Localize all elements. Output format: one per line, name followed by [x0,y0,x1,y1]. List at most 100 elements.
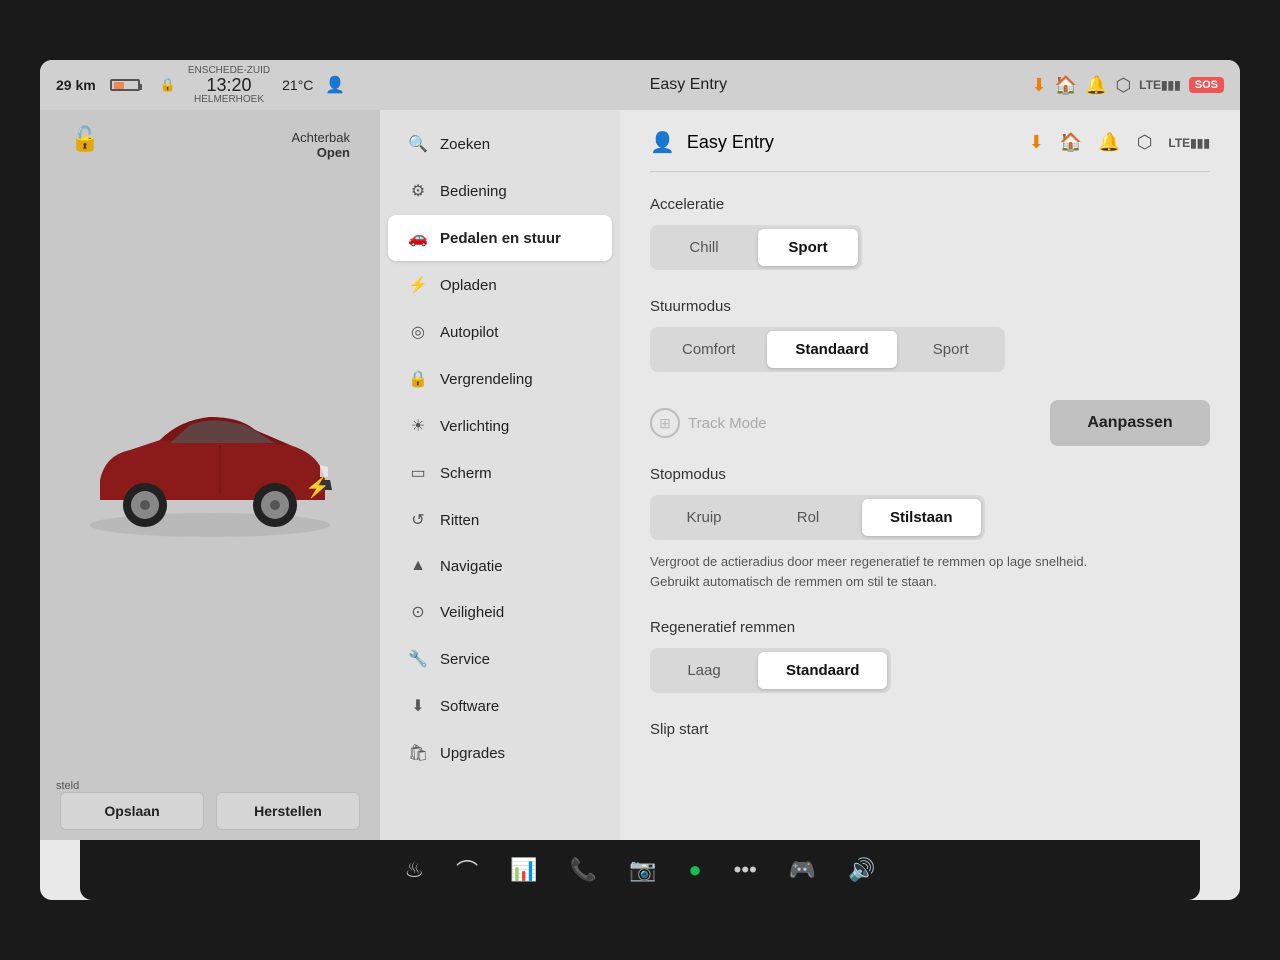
lte-icon: LTE▮▮▮ [1139,78,1181,92]
sidebar-label-autopilot: Autopilot [440,324,498,341]
wiper-icon[interactable]: ⌒ [456,854,478,886]
reset-button[interactable]: Herstellen [216,792,360,830]
wrench-icon: 🔧 [408,649,428,669]
taskbar: ♨ ⌒ 📊 📞 📷 ● ••• 🎮 🔊 [80,840,1200,900]
nav-icon: ▲ [408,557,428,575]
search-icon: 🔍 [408,134,428,154]
stopmodus-rol-btn[interactable]: Rol [758,499,858,536]
phone-icon[interactable]: 📞 [570,857,597,883]
sidebar-item-service[interactable]: 🔧 Service [388,636,612,682]
sidebar-item-autopilot[interactable]: ◎ Autopilot [388,309,612,355]
time-display: 13:20 [206,76,251,94]
sidebar-label-veiligheid: Veiligheid [440,604,504,621]
regeneratief-toggle: Laag Standaard [650,648,891,693]
sidebar-label-zoeken: Zoeken [440,136,490,153]
content-panel: 👤 Easy Entry ⬇ 🏠 🔔 ⬡ LTE▮▮▮ Acceleratie … [620,110,1240,840]
stopmodus-description: Vergroot de actieradius door meer regene… [650,552,1110,591]
sidebar-label-scherm: Scherm [440,465,492,482]
sublocation-label: HELMERHOEK [194,94,264,105]
regeneratief-laag-btn[interactable]: Laag [654,652,754,689]
heat-icon[interactable]: ♨ [404,857,424,883]
sidebar-item-ritten[interactable]: ↺ Ritten [388,497,612,543]
more-icon[interactable]: ••• [734,857,757,883]
sidebar-item-veiligheid[interactable]: ⊙ Veiligheid [388,589,612,635]
acceleratie-sport-btn[interactable]: Sport [758,229,858,266]
stuurmodus-toggle: Comfort Standaard Sport [650,327,1005,372]
track-mode-text: Track Mode [688,415,767,432]
bottom-status-text: steld [56,780,79,792]
location-group: ENSCHEDE-ZUID 13:20 HELMERHOEK [188,65,270,105]
regeneratief-standaard-btn[interactable]: Standaard [758,652,887,689]
bluetooth-icon: ⬡ [1115,75,1131,96]
volume-icon[interactable]: 🔊 [848,857,875,883]
stopmodus-stilstaan-btn[interactable]: Stilstaan [862,499,981,536]
car-icon: 🚗 [408,228,428,248]
sidebar-label-service: Service [440,651,490,668]
sidebar-item-pedalen[interactable]: 🚗 Pedalen en stuur [388,215,612,261]
track-mode-label: ⊞ Track Mode [650,408,1034,438]
temperature-display: 21°C [282,77,313,93]
sidebar-item-scherm[interactable]: ▭ Scherm [388,450,612,496]
stuurmodus-standaard-btn[interactable]: Standaard [767,331,896,368]
regeneratief-title: Regeneratief remmen [650,619,1210,636]
stuurmodus-comfort-btn[interactable]: Comfort [654,331,763,368]
person-icon: 👤 [325,75,345,95]
lock-icon: 🔒 [408,369,428,389]
content-download-icon: ⬇ [1029,132,1044,153]
safety-icon: ⊙ [408,602,428,622]
main-area: Achterbak Open 🔓 [40,110,1240,840]
profile-header: 👤 Easy Entry ⬇ 🏠 🔔 ⬡ LTE▮▮▮ [650,130,1210,172]
km-display: 29 km [56,77,96,93]
lock-status-icon: 🔒 [160,77,176,93]
sidebar-label-software: Software [440,698,499,715]
stopmodus-section: Stopmodus Kruip Rol Stilstaan Vergroot d… [650,466,1210,591]
stopmodus-toggle: Kruip Rol Stilstaan [650,495,985,540]
content-lte-icon: LTE▮▮▮ [1168,136,1210,150]
car-panel: Achterbak Open 🔓 [40,110,380,840]
sidebar-label-vergrendeling: Vergrendeling [440,371,533,388]
spotify-icon[interactable]: ● [688,857,701,883]
profile-name: Easy Entry [687,132,774,153]
acceleratie-section: Acceleratie Chill Sport [650,196,1210,270]
sidebar-item-verlichting[interactable]: ☀ Verlichting [388,403,612,449]
content-header-icons: ⬇ 🏠 🔔 ⬡ LTE▮▮▮ [1029,132,1210,153]
content-bell-icon: 🔔 [1098,132,1120,153]
stopmodus-kruip-btn[interactable]: Kruip [654,499,754,536]
sidebar-item-zoeken[interactable]: 🔍 Zoeken [388,121,612,167]
content-bt-icon: ⬡ [1137,132,1153,153]
sidebar-label-verlichting: Verlichting [440,418,509,435]
sidebar-item-bediening[interactable]: ⚙ Bediening [388,168,612,214]
sidebar-item-vergrendeling[interactable]: 🔒 Vergrendeling [388,356,612,402]
sidebar-label-bediening: Bediening [440,183,507,200]
trunk-label: Achterbak [291,130,350,145]
camera-icon[interactable]: 📷 [629,857,656,883]
stuurmodus-title: Stuurmodus [650,298,1210,315]
bottom-buttons: Opslaan Herstellen [40,792,380,830]
battery-indicator [110,79,140,91]
car-image: ⚡ [70,375,350,575]
settings-icon: ⚙ [408,181,428,201]
bell-icon: 🔔 [1085,75,1107,96]
sos-badge: SOS [1189,77,1224,93]
aanpassen-button[interactable]: Aanpassen [1050,400,1210,446]
status-bar: 29 km 🔒 ENSCHEDE-ZUID 13:20 HELMERHOEK 2… [40,60,1240,110]
sidebar-item-opladen[interactable]: ⚡ Opladen [388,262,612,308]
save-button[interactable]: Opslaan [60,792,204,830]
acceleratie-title: Acceleratie [650,196,1210,213]
acceleratie-chill-btn[interactable]: Chill [654,229,754,266]
sidebar-label-opladen: Opladen [440,277,497,294]
track-mode-icon: ⊞ [650,408,680,438]
chart-icon[interactable]: 📊 [510,857,537,883]
stuurmodus-sport-btn[interactable]: Sport [901,331,1001,368]
sidebar-item-software[interactable]: ⬇ Software [388,683,612,729]
sidebar-label-ritten: Ritten [440,512,479,529]
status-icons-group: ⬇ 🏠 🔔 ⬡ LTE▮▮▮ SOS [1032,75,1224,96]
upgrades-icon: 🛍 [408,743,428,763]
screen-icon: ▭ [408,463,428,483]
sidebar-item-upgrades[interactable]: 🛍 Upgrades [388,730,612,776]
games-icon[interactable]: 🎮 [789,857,816,883]
slip-start-section: Slip start [650,721,1210,738]
sidebar: 🔍 Zoeken ⚙ Bediening 🚗 Pedalen en stuur … [380,110,620,840]
autopilot-icon: ◎ [408,322,428,342]
sidebar-item-navigatie[interactable]: ▲ Navigatie [388,544,612,588]
